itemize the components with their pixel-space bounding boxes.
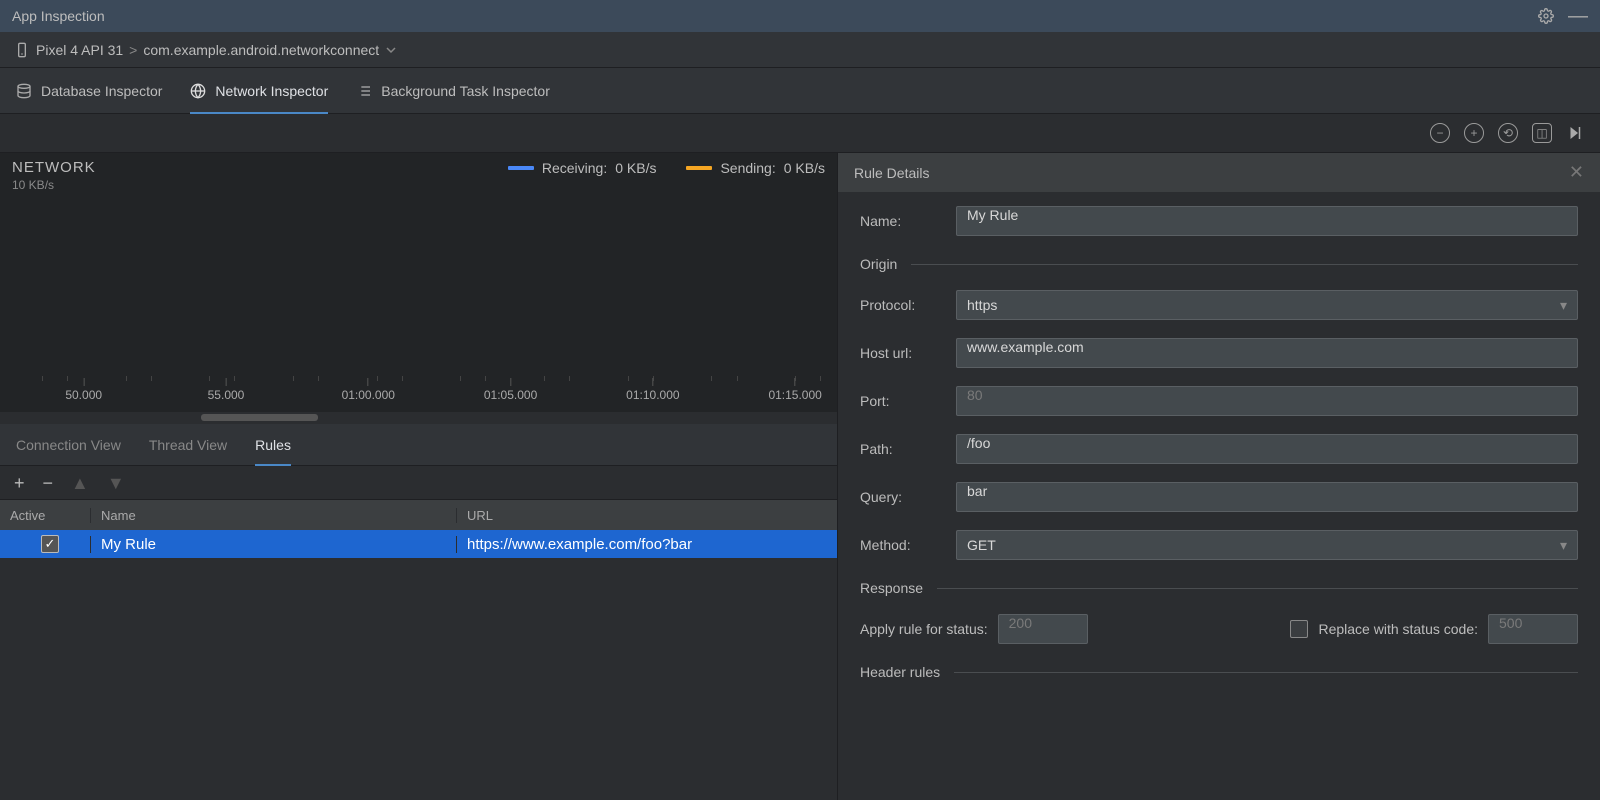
query-label: Query:	[860, 489, 942, 505]
add-rule-button[interactable]: +	[14, 474, 25, 492]
legend-receiving: Receiving: 0 KB/s	[508, 160, 657, 176]
protocol-select[interactable]: https ▾	[956, 290, 1578, 320]
go-live-button[interactable]	[1566, 124, 1584, 142]
zoom-in-button[interactable]: +	[1464, 123, 1484, 143]
legend-swatch-blue	[508, 166, 534, 170]
breadcrumb[interactable]: Pixel 4 API 31 > com.example.android.net…	[0, 32, 1600, 68]
protocol-label: Protocol:	[860, 297, 942, 313]
query-input[interactable]: bar	[956, 482, 1578, 512]
chevron-down-icon[interactable]	[385, 44, 397, 56]
minimize-icon[interactable]: —	[1568, 12, 1588, 20]
legend-sending: Sending: 0 KB/s	[686, 160, 825, 176]
database-icon	[16, 83, 32, 99]
title-bar: App Inspection —	[0, 0, 1600, 32]
path-label: Path:	[860, 441, 942, 457]
origin-section: Origin	[860, 256, 1578, 272]
gear-icon[interactable]	[1538, 8, 1554, 24]
device-icon	[14, 42, 30, 58]
detail-title: Rule Details	[854, 165, 929, 181]
network-chart[interactable]	[0, 194, 837, 376]
apply-status-label: Apply rule for status:	[860, 621, 988, 637]
toolbar-actions: − + ⟲ ◫	[0, 114, 1600, 152]
time-axis: 50.000 55.000 01:00.000 01:05.000 01:10.…	[0, 376, 837, 412]
header-url[interactable]: URL	[456, 508, 837, 523]
path-input[interactable]: /foo	[956, 434, 1578, 464]
move-down-button: ▼	[107, 474, 125, 492]
header-active[interactable]: Active	[0, 508, 90, 523]
rules-table: Active Name URL ✓ My Rule https://www.ex…	[0, 500, 837, 800]
active-checkbox[interactable]: ✓	[41, 535, 59, 553]
port-input[interactable]: 80	[956, 386, 1578, 416]
globe-icon	[190, 83, 206, 99]
table-header: Active Name URL	[0, 500, 837, 530]
network-title: NETWORK	[12, 159, 96, 176]
rule-details-pane: Rule Details ✕ Name: My Rule Origin Prot…	[838, 152, 1600, 800]
breadcrumb-device: Pixel 4 API 31	[36, 42, 123, 58]
name-input[interactable]: My Rule	[956, 206, 1578, 236]
row-name: My Rule	[90, 536, 456, 553]
inspector-tabs: Database Inspector Network Inspector Bac…	[0, 68, 1600, 114]
reset-zoom-button[interactable]: ⟲	[1498, 123, 1518, 143]
method-label: Method:	[860, 537, 942, 553]
replace-label: Replace with status code:	[1318, 621, 1478, 637]
timeline-scrollbar[interactable]	[0, 412, 837, 424]
chevron-down-icon: ▾	[1560, 297, 1567, 314]
apply-status-input[interactable]: 200	[998, 614, 1088, 644]
subtab-rules[interactable]: Rules	[255, 424, 291, 466]
tab-database-inspector[interactable]: Database Inspector	[16, 68, 162, 114]
rules-toolbar: + − ▲ ▼	[0, 466, 837, 500]
header-name[interactable]: Name	[90, 508, 456, 523]
panel-title: App Inspection	[12, 8, 105, 24]
subtab-connection-view[interactable]: Connection View	[16, 424, 121, 466]
host-input[interactable]: www.example.com	[956, 338, 1578, 368]
left-pane: NETWORK Receiving: 0 KB/s Sending: 0 KB/…	[0, 152, 838, 800]
zoom-out-button[interactable]: −	[1430, 123, 1450, 143]
host-label: Host url:	[860, 345, 942, 361]
tab-label: Network Inspector	[215, 83, 328, 99]
network-subtabs: Connection View Thread View Rules	[0, 424, 837, 466]
legend-swatch-orange	[686, 166, 712, 170]
name-label: Name:	[860, 213, 942, 229]
zoom-selection-button[interactable]: ◫	[1532, 123, 1552, 143]
header-rules-section: Header rules	[860, 664, 1578, 680]
breadcrumb-app: com.example.android.networkconnect	[143, 42, 379, 58]
method-select[interactable]: GET ▾	[956, 530, 1578, 560]
subtab-thread-view[interactable]: Thread View	[149, 424, 227, 466]
network-chart-panel: NETWORK Receiving: 0 KB/s Sending: 0 KB/…	[0, 152, 837, 424]
tab-background-task-inspector[interactable]: Background Task Inspector	[356, 68, 550, 114]
port-label: Port:	[860, 393, 942, 409]
replace-status-input[interactable]: 500	[1488, 614, 1578, 644]
move-up-button: ▲	[71, 474, 89, 492]
y-axis-label: 10 KB/s	[0, 178, 837, 194]
tab-network-inspector[interactable]: Network Inspector	[190, 68, 328, 114]
table-row[interactable]: ✓ My Rule https://www.example.com/foo?ba…	[0, 530, 837, 558]
list-icon	[356, 83, 372, 99]
row-url: https://www.example.com/foo?bar	[456, 536, 837, 553]
response-section: Response	[860, 580, 1578, 596]
tab-label: Background Task Inspector	[381, 83, 550, 99]
chevron-down-icon: ▾	[1560, 537, 1567, 554]
detail-header: Rule Details ✕	[838, 152, 1600, 192]
breadcrumb-separator: >	[129, 42, 137, 58]
main-split: NETWORK Receiving: 0 KB/s Sending: 0 KB/…	[0, 152, 1600, 800]
tab-label: Database Inspector	[41, 83, 162, 99]
close-icon[interactable]: ✕	[1569, 162, 1584, 183]
remove-rule-button[interactable]: −	[43, 474, 54, 492]
replace-checkbox[interactable]	[1290, 620, 1308, 638]
